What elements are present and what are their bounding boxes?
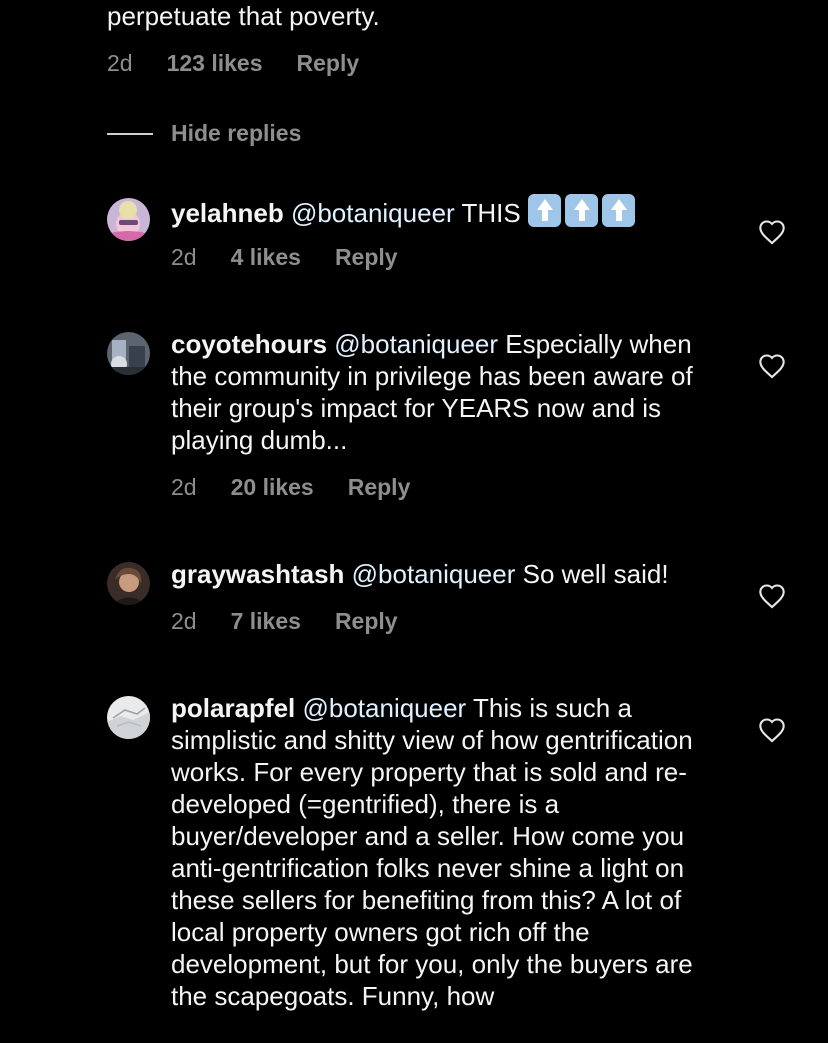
reply-meta: 2d 4 likes Reply: [171, 242, 398, 272]
comment-body: polarapfel @botaniqueer This is such a s…: [171, 692, 731, 1012]
avatar[interactable]: [107, 696, 150, 739]
heart-outline-icon[interactable]: [758, 219, 786, 245]
comment-username[interactable]: graywashtash: [171, 559, 344, 589]
comment-text: This is such a simplistic and shitty vie…: [171, 693, 693, 1011]
avatar[interactable]: [107, 198, 150, 241]
avatar[interactable]: [107, 562, 150, 605]
hide-replies-button[interactable]: Hide replies: [107, 120, 301, 147]
likes-count-button[interactable]: 20 likes: [231, 472, 314, 502]
comment-text: So well said!: [522, 559, 669, 589]
up-arrow-emoji: [564, 194, 598, 227]
reply-meta: 2d 20 likes Reply: [171, 472, 410, 502]
comment-username[interactable]: polarapfel: [171, 693, 295, 723]
heart-outline-icon[interactable]: [758, 717, 786, 743]
comment-time: 2d: [107, 50, 133, 76]
heart-outline-icon[interactable]: [758, 353, 786, 379]
comment-mention[interactable]: @botaniqueer: [302, 693, 466, 723]
reply-button[interactable]: Reply: [335, 606, 398, 636]
heart-outline-icon[interactable]: [758, 583, 786, 609]
comment-mention[interactable]: @botaniqueer: [291, 198, 455, 228]
up-arrow-emoji: [601, 194, 635, 227]
comment-mention[interactable]: @botaniqueer: [334, 329, 498, 359]
reply-button[interactable]: Reply: [297, 48, 360, 78]
reply-button[interactable]: Reply: [335, 242, 398, 272]
hide-replies-label: Hide replies: [171, 120, 302, 146]
comment-username[interactable]: coyotehours: [171, 329, 327, 359]
previous-comment-meta: 2d 123 likes Reply: [107, 48, 359, 78]
comment-mention[interactable]: @botaniqueer: [352, 559, 516, 589]
comment-time: 2d: [171, 244, 197, 270]
likes-count-button[interactable]: 4 likes: [231, 242, 301, 272]
previous-comment-text: perpetuate that poverty.: [107, 1, 380, 31]
reply-button[interactable]: Reply: [348, 472, 411, 502]
comment-text: THIS: [461, 198, 521, 228]
hide-replies-line: [107, 132, 153, 135]
avatar[interactable]: [107, 332, 150, 375]
comment-body: graywashtash @botaniqueer So well said!: [171, 558, 731, 590]
likes-count-button[interactable]: 123 likes: [167, 48, 263, 78]
comment-body: yelahneb @botaniqueer THIS: [171, 194, 731, 229]
bottom-edge: [0, 1030, 828, 1043]
comment-time: 2d: [171, 474, 197, 500]
comment-body: coyotehours @botaniqueer Especially when…: [171, 328, 731, 456]
comment-time: 2d: [171, 608, 197, 634]
likes-count-button[interactable]: 7 likes: [231, 606, 301, 636]
comment-username[interactable]: yelahneb: [171, 198, 284, 228]
up-arrow-emoji: [527, 194, 561, 227]
reply-meta: 2d 7 likes Reply: [171, 606, 398, 636]
